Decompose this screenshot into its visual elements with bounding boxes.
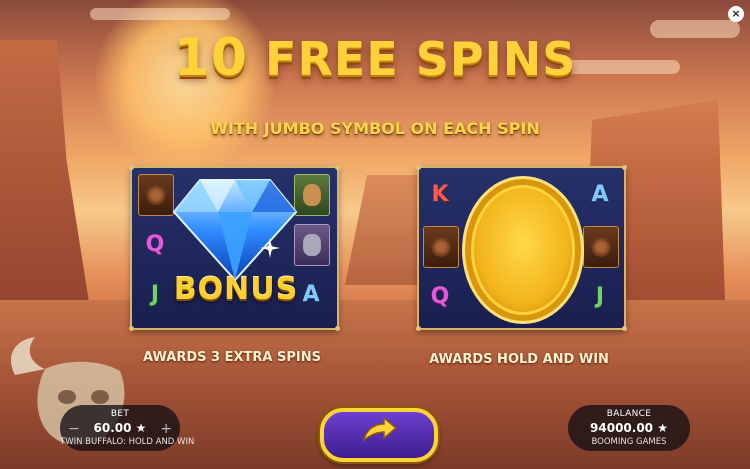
hold-and-win-panel: K Q A J — [416, 165, 627, 331]
bet-increase-button[interactable]: + — [160, 421, 172, 437]
cloud — [90, 8, 230, 20]
symbol-k: K — [431, 181, 449, 207]
close-button[interactable]: × — [728, 6, 744, 22]
game-name: TWIN BUFFALO: HOLD AND WIN — [60, 437, 195, 447]
provider-name: BOOMING GAMES — [591, 437, 667, 447]
bet-decrease-button[interactable]: − — [68, 421, 80, 437]
balance-value: 94000.00 ★ — [590, 421, 668, 435]
free-spins-text: FREE SPINS — [265, 32, 577, 86]
continue-button[interactable] — [320, 408, 438, 462]
hold-and-win-award-text: AWARDS HOLD AND WIN — [429, 352, 609, 367]
buffalo-symbol — [423, 226, 459, 268]
buffalo-symbol — [583, 226, 619, 268]
panel-pin — [335, 165, 340, 170]
free-spins-count: 10 — [173, 28, 249, 88]
balance-label: BALANCE — [606, 409, 652, 419]
bet-label: BET — [110, 409, 130, 419]
panel-pin — [129, 326, 134, 331]
symbol-q: Q — [145, 231, 165, 257]
panel-pin — [622, 165, 627, 170]
close-icon: × — [731, 7, 741, 20]
symbol-a: A — [591, 181, 609, 207]
arrow-right-icon — [362, 416, 398, 442]
free-spins-title: 10 FREE SPINS — [0, 28, 750, 88]
bonus-label: BONUS — [173, 272, 299, 307]
panel-pin — [416, 165, 421, 170]
diamond-bonus-icon — [172, 179, 298, 282]
balance-panel: BALANCE 94000.00 ★ BOOMING GAMES — [568, 405, 690, 451]
panel-pin — [622, 326, 627, 331]
game-screen: × 10 FREE SPINS WITH JUMBO SYMBOL ON EAC… — [0, 0, 750, 469]
symbol-j: J — [595, 283, 605, 309]
free-spins-subtitle: WITH JUMBO SYMBOL ON EACH SPIN — [210, 119, 540, 138]
gold-coin-icon — [462, 176, 584, 324]
panel-pin — [335, 326, 340, 331]
buffalo-symbol — [138, 174, 174, 216]
bonus-feature-panel: Q J A BONUS — [129, 165, 340, 331]
symbol-q: Q — [430, 283, 450, 309]
panel-pin — [129, 165, 134, 170]
symbol-j: J — [150, 281, 160, 307]
panel-pin — [416, 326, 421, 331]
bet-panel: − BET 60.00 ★ TWIN BUFFALO: HOLD AND WIN… — [60, 405, 195, 451]
